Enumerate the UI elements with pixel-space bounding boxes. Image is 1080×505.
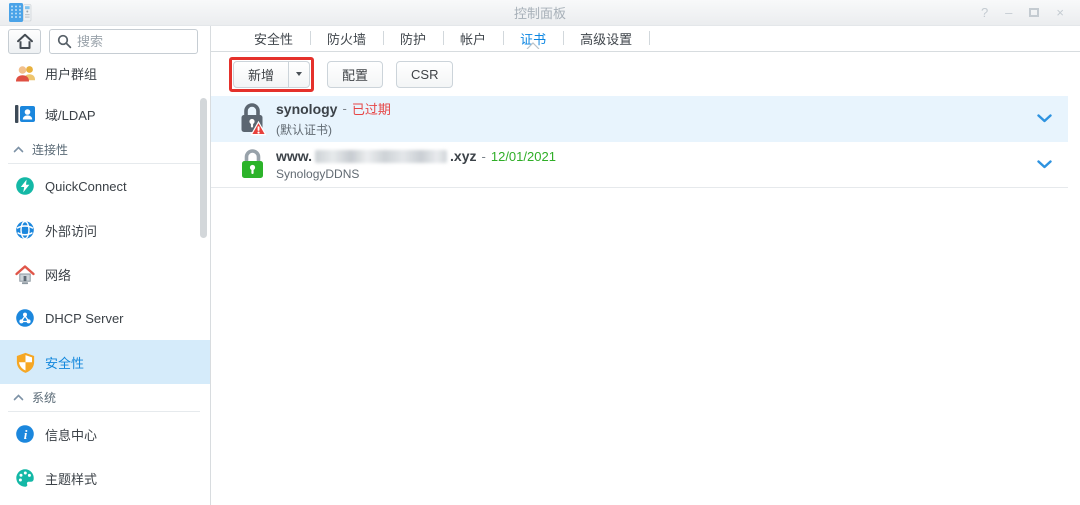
- sidebar-item-dhcp-server[interactable]: DHCP Server: [0, 296, 210, 340]
- quickconnect-icon: [13, 175, 37, 197]
- name-status-separator: -: [481, 148, 486, 164]
- chevron-down-icon[interactable]: [1037, 160, 1052, 169]
- add-split-button: 新增: [233, 60, 311, 88]
- sidebar-list: 用户群组 域/LDAP 连接性 QuickConnect 外部访问 网络 DHC…: [0, 54, 210, 500]
- control-panel-window: 控制面板 ? – × 搜索 用户群组 域/LDAP 连接性 QuickConne…: [0, 0, 1080, 505]
- certificate-row-ddns[interactable]: www. .xyz - 12/01/2021 SynologyDDNS: [211, 142, 1068, 188]
- tab-label: 安全性: [254, 32, 294, 47]
- tab-bar: 安全性 防火墙 防护 帐户 证书 高级设置: [211, 26, 1080, 52]
- sidebar-item-label: 域/LDAP: [45, 107, 96, 123]
- control-panel-app-icon: [8, 2, 32, 24]
- network-house-icon: [13, 263, 37, 285]
- tab-label: 防火墙: [327, 32, 367, 47]
- users-icon: [13, 62, 37, 84]
- certificate-row-synology[interactable]: synology - 已过期 (默认证书): [211, 96, 1068, 142]
- sidebar-item-quickconnect[interactable]: QuickConnect: [0, 164, 210, 208]
- tab-label: 帐户: [460, 32, 487, 47]
- certificate-name-suffix: .xyz: [450, 148, 477, 164]
- sidebar-item-label: 网络: [45, 267, 72, 283]
- home-icon: [16, 33, 33, 49]
- sidebar: 用户群组 域/LDAP: [0, 26, 211, 505]
- lock-expired-warning-icon: [239, 101, 266, 137]
- sidebar-scrollbar-thumb[interactable]: [200, 98, 207, 238]
- external-access-globe-icon: [13, 219, 37, 241]
- security-shield-icon: [13, 351, 37, 374]
- domain-ldap-icon: [13, 103, 37, 125]
- content-panel: 安全性 防火墙 防护 帐户 证书 高级设置 新增 配置 CSR synology…: [211, 26, 1080, 505]
- tab-protection[interactable]: 防护: [383, 26, 443, 51]
- sidebar-section-connectivity[interactable]: 连接性: [8, 136, 200, 164]
- sidebar-section-system[interactable]: 系统: [8, 384, 200, 412]
- minimize-icon[interactable]: –: [1005, 6, 1012, 19]
- maximize-icon[interactable]: [1029, 8, 1040, 17]
- chevron-down-icon[interactable]: [1037, 114, 1052, 123]
- title-bar: 控制面板 ? – ×: [0, 0, 1080, 26]
- sidebar-item-label: DHCP Server: [45, 310, 124, 326]
- certificate-subtitle: SynologyDDNS: [276, 167, 360, 181]
- toolbar: 新增 配置 CSR: [211, 52, 1080, 96]
- sidebar-item-info-center[interactable]: i 信息中心: [0, 412, 210, 456]
- tab-security[interactable]: 安全性: [237, 26, 310, 51]
- certificate-subtitle: (默认证书): [276, 123, 332, 137]
- add-button[interactable]: 新增: [233, 60, 290, 88]
- sidebar-item-theme-style[interactable]: 主题样式: [0, 456, 210, 500]
- search-input[interactable]: [77, 34, 189, 49]
- lock-valid-icon: [239, 147, 266, 183]
- tab-certificate[interactable]: 证书: [503, 26, 563, 51]
- help-icon[interactable]: ?: [981, 6, 988, 19]
- theme-style-icon: [13, 467, 37, 489]
- tab-firewall[interactable]: 防火墙: [310, 26, 383, 51]
- certificate-status-expired: 已过期: [351, 102, 391, 117]
- sidebar-item-label: 信息中心: [45, 427, 98, 443]
- section-header-label: 连接性: [32, 143, 69, 157]
- sidebar-item-label: 安全性: [45, 355, 85, 371]
- tab-label: 防护: [400, 32, 427, 47]
- search-icon: [57, 34, 72, 49]
- sidebar-item-label: 主题样式: [45, 471, 98, 487]
- add-dropdown-button[interactable]: [289, 60, 311, 88]
- tab-label: 高级设置: [580, 32, 633, 47]
- close-icon[interactable]: ×: [1056, 6, 1064, 19]
- sidebar-item-network[interactable]: 网络: [0, 252, 210, 296]
- certificate-expiry-date: 12/01/2021: [490, 148, 556, 164]
- info-center-icon: i: [13, 423, 37, 445]
- sidebar-item-domain-ldap[interactable]: 域/LDAP: [0, 92, 210, 136]
- sidebar-item-external-access[interactable]: 外部访问: [0, 208, 210, 252]
- home-button[interactable]: [8, 29, 41, 54]
- dhcp-server-icon: [13, 307, 37, 329]
- csr-button[interactable]: CSR: [396, 60, 454, 88]
- sidebar-item-user-group[interactable]: 用户群组: [0, 54, 210, 92]
- certificate-list: synology - 已过期 (默认证书) www. .xyz - 12/01/…: [211, 96, 1068, 188]
- certificate-name: synology: [276, 100, 338, 117]
- tab-advanced-settings[interactable]: 高级设置: [563, 26, 651, 51]
- section-header-label: 系统: [32, 391, 57, 405]
- sidebar-item-security[interactable]: 安全性: [0, 340, 210, 384]
- selected-tab-caret: [526, 37, 540, 52]
- certificate-name-prefix: www.: [276, 148, 313, 164]
- sidebar-item-label: 用户群组: [45, 66, 98, 82]
- redacted-domain-text: [315, 149, 448, 163]
- annotation-highlight-box: 新增: [229, 56, 315, 92]
- name-status-separator: -: [342, 101, 347, 116]
- sidebar-item-label: 外部访问: [45, 223, 98, 239]
- chevron-up-icon: [13, 146, 24, 153]
- configure-button[interactable]: 配置: [327, 60, 384, 88]
- chevron-up-icon: [13, 394, 24, 401]
- sidebar-item-label: QuickConnect: [45, 178, 127, 194]
- search-box: [49, 29, 198, 54]
- dropdown-arrow-icon: [296, 72, 303, 76]
- window-title: 控制面板: [513, 6, 566, 21]
- svg-text:i: i: [24, 427, 28, 442]
- window-controls: ? – ×: [981, 6, 1080, 19]
- tab-account[interactable]: 帐户: [443, 26, 503, 51]
